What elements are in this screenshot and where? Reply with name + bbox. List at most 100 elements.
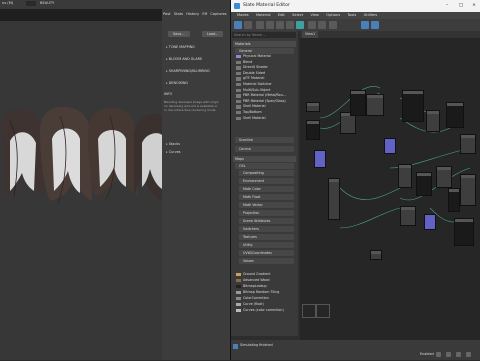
- minimize-icon[interactable]: –: [441, 0, 453, 12]
- category-materials[interactable]: Materials: [233, 41, 296, 47]
- osl-group[interactable]: Math Color: [239, 186, 294, 192]
- grid-icon[interactable]: [371, 21, 379, 29]
- bitmap-node[interactable]: [446, 102, 464, 128]
- section-sharpening[interactable]: SHARPENING/BLURRING: [162, 67, 230, 75]
- put-to-scene-icon[interactable]: [256, 21, 264, 29]
- load-button[interactable]: Load...: [202, 31, 224, 37]
- section-stacks[interactable]: Stacks: [162, 140, 230, 148]
- zoom-icon[interactable]: [436, 352, 441, 357]
- list-item[interactable]: Advanced Wood: [235, 278, 294, 283]
- list-item[interactable]: glTF Material: [235, 76, 294, 81]
- material-node[interactable]: [370, 250, 382, 260]
- group-corona[interactable]: Corona: [235, 146, 294, 152]
- assign-material-icon[interactable]: [266, 21, 274, 29]
- bitmap-node[interactable]: [402, 90, 424, 122]
- osl-group[interactable]: Environment: [239, 178, 294, 184]
- delete-icon[interactable]: [276, 21, 284, 29]
- osl-group[interactable]: Math Vector: [239, 202, 294, 208]
- material-node[interactable]: [424, 214, 436, 230]
- list-item[interactable]: Shell Material: [235, 104, 294, 109]
- pan-icon[interactable]: [446, 352, 451, 357]
- osl-group[interactable]: Utility: [239, 242, 294, 248]
- menu-view[interactable]: View: [310, 12, 319, 19]
- menu-tools[interactable]: Tools: [347, 12, 356, 19]
- osl-group[interactable]: Projection: [239, 210, 294, 216]
- section-tone-mapping[interactable]: TONE MAPPING: [162, 43, 230, 51]
- tab-stats[interactable]: Stats: [173, 12, 184, 16]
- list-item[interactable]: Double Sided: [235, 71, 294, 76]
- osl-group[interactable]: Values: [239, 258, 294, 264]
- material-node[interactable]: [436, 166, 452, 188]
- pick-material-icon[interactable]: [244, 21, 252, 29]
- list-item[interactable]: PBR Material (Spec/Gloss): [235, 99, 294, 104]
- list-item[interactable]: Bitmap Random Tiling: [235, 290, 294, 295]
- tab-captures[interactable]: Captures: [209, 12, 227, 16]
- material-node[interactable]: [306, 102, 320, 112]
- material-node[interactable]: [400, 206, 416, 226]
- list-item[interactable]: ColorCorrection: [235, 296, 294, 301]
- bitmap-node[interactable]: [306, 120, 320, 140]
- osl-group[interactable]: Math Float: [239, 194, 294, 200]
- show-map-icon[interactable]: [296, 21, 304, 29]
- material-node[interactable]: [460, 174, 476, 206]
- menu-material[interactable]: Material: [256, 12, 271, 19]
- list-item[interactable]: Curves (color correction): [235, 308, 294, 313]
- zoom-region-icon[interactable]: [466, 352, 471, 357]
- osl-group[interactable]: Scene Attributes: [239, 218, 294, 224]
- osl-group[interactable]: UVW/Coordinates: [239, 250, 294, 256]
- osl-group[interactable]: Compositing: [239, 170, 294, 176]
- list-item[interactable]: Curve (float): [235, 302, 294, 307]
- category-maps[interactable]: Maps: [233, 156, 296, 162]
- list-item[interactable]: DirectX Shader: [235, 65, 294, 70]
- browser-search-input[interactable]: Search by Name ...: [232, 32, 296, 38]
- material-node[interactable]: [426, 110, 440, 132]
- list-item[interactable]: Top/Bottom: [235, 110, 294, 115]
- tab-history[interactable]: History: [185, 12, 200, 16]
- group-scanline[interactable]: Scanline: [235, 137, 294, 143]
- layout-children-icon[interactable]: [318, 21, 326, 29]
- osl-group[interactable]: Switchers: [239, 226, 294, 232]
- menu-modes[interactable]: Modes: [237, 12, 249, 19]
- tab-post[interactable]: Post: [162, 12, 172, 16]
- list-item[interactable]: Physical Material: [235, 54, 294, 59]
- select-tool-icon[interactable]: [234, 21, 242, 29]
- list-item[interactable]: Ground Gradient: [235, 272, 294, 277]
- section-bloom-glare[interactable]: BLOOM AND GLARE: [162, 55, 230, 63]
- hide-unused-icon[interactable]: [329, 21, 337, 29]
- render-element-dropdown[interactable]: BEAUTY: [40, 1, 54, 5]
- section-curves[interactable]: Curves: [162, 148, 230, 156]
- list-item[interactable]: Shell Material: [235, 116, 294, 121]
- render-canvas[interactable]: [0, 21, 162, 360]
- list-item[interactable]: Material Switcher: [235, 82, 294, 87]
- list-item[interactable]: PBR Material (Metal/Rou...: [235, 93, 294, 98]
- bitmap-node[interactable]: [416, 172, 432, 196]
- material-node[interactable]: [366, 94, 384, 116]
- material-node[interactable]: [314, 150, 326, 168]
- list-item[interactable]: BitmapLookup: [235, 284, 294, 289]
- list-item[interactable]: Multi/Sub-Object: [235, 88, 294, 93]
- node-graph-canvas[interactable]: [300, 38, 480, 340]
- maximize-icon[interactable]: □: [455, 0, 467, 12]
- material-node[interactable]: [398, 164, 412, 188]
- menu-edit[interactable]: Edit: [278, 12, 285, 19]
- tab-eff[interactable]: Eff: [201, 12, 208, 16]
- menu-options[interactable]: Options: [326, 12, 340, 19]
- layout-all-icon[interactable]: [308, 21, 316, 29]
- view-selector[interactable]: [26, 1, 36, 6]
- material-node[interactable]: [384, 138, 396, 154]
- save-button[interactable]: Save...: [168, 31, 190, 37]
- move-children-icon[interactable]: [286, 21, 294, 29]
- menu-utilities[interactable]: Utilities: [364, 12, 378, 19]
- material-node[interactable]: [328, 178, 340, 220]
- bitmap-node[interactable]: [454, 218, 474, 246]
- navigator-icon[interactable]: [316, 304, 330, 318]
- group-osl[interactable]: OSL: [235, 163, 294, 169]
- menu-select[interactable]: Select: [292, 12, 303, 19]
- osl-group[interactable]: Textures: [239, 234, 294, 240]
- view-mode-icon[interactable]: [361, 21, 369, 29]
- material-node[interactable]: [460, 134, 476, 154]
- list-item[interactable]: Blend: [235, 60, 294, 65]
- section-denoising[interactable]: DENOISING: [162, 79, 230, 87]
- bitmap-node[interactable]: [350, 90, 366, 116]
- navigator-icon[interactable]: [302, 304, 316, 318]
